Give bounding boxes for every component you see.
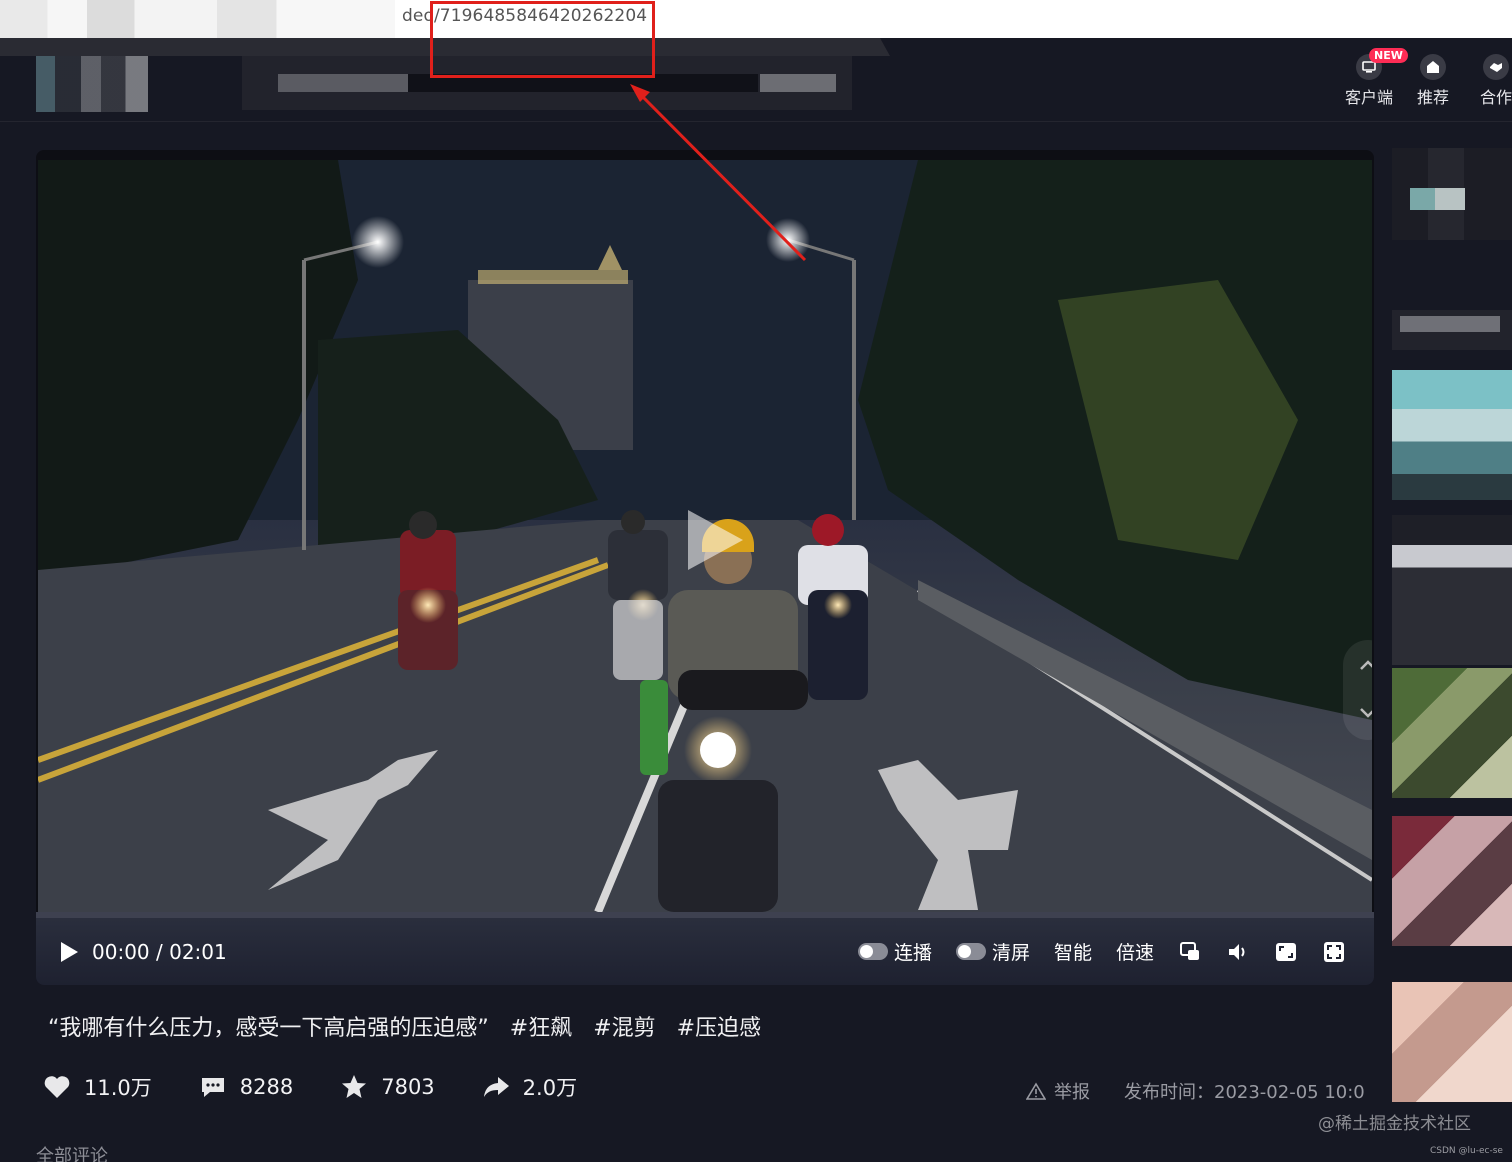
player-controls: 00:00 / 02:01 连播 清屏 智能 倍速: [36, 918, 1374, 985]
time-total: 02:01: [169, 939, 227, 964]
pip-icon[interactable]: [1178, 940, 1202, 964]
recommendation-thumb[interactable]: [1392, 370, 1512, 500]
recommendation-thumb[interactable]: [1392, 515, 1512, 665]
favorite-count: 7803: [381, 1075, 435, 1099]
recommendation-title-blur: [1392, 310, 1512, 350]
recommendation-thumb[interactable]: [1392, 148, 1512, 240]
webfullscreen-icon[interactable]: [1274, 940, 1298, 964]
annotation-arrow: [630, 84, 807, 262]
address-bar-blurred-region: [0, 0, 395, 38]
share-icon: [483, 1077, 509, 1097]
video-scene: [38, 160, 1372, 912]
action-bar: 11.0万 8288 7803 2.0万: [42, 1072, 577, 1102]
recommendation-thumb[interactable]: [1392, 816, 1512, 946]
like-count: 11.0万: [84, 1076, 152, 1100]
juejin-watermark: @稀土掘金技术社区: [1318, 1114, 1471, 1134]
comments-heading: 全部评论: [36, 1146, 108, 1162]
heart-icon: [44, 1076, 70, 1098]
recommendation-thumb[interactable]: [1392, 982, 1512, 1102]
comment-button[interactable]: 8288: [198, 1072, 293, 1102]
comment-icon: [201, 1078, 224, 1097]
fullscreen-icon[interactable]: [1322, 940, 1346, 964]
video-switch-control[interactable]: [1343, 640, 1372, 740]
share-count: 2.0万: [522, 1076, 578, 1100]
report-label: 举报: [1054, 1082, 1090, 1103]
publish-time: 发布时间：2023-02-05 10:0: [1124, 1082, 1365, 1103]
nav-recommend[interactable]: 推荐: [1403, 54, 1463, 108]
warning-icon: [1026, 1082, 1046, 1100]
logo-blurred[interactable]: [36, 56, 148, 112]
speed-button[interactable]: 倍速: [1116, 938, 1154, 965]
nav-label: 推荐: [1416, 88, 1449, 107]
clear-screen-label: 清屏: [991, 942, 1030, 964]
toggle-switch[interactable]: [955, 943, 986, 960]
search-blur-block: [278, 74, 408, 92]
clear-screen-toggle[interactable]: 清屏: [955, 938, 1030, 965]
quality-button[interactable]: 智能: [1054, 938, 1092, 965]
recommendation-sidebar: [1392, 140, 1512, 1162]
time-display: 00:00 / 02:01: [92, 940, 227, 964]
hashtag-link[interactable]: #狂飙: [510, 1016, 572, 1041]
autoplay-label: 连播: [893, 942, 932, 964]
autoplay-toggle[interactable]: 连播: [857, 938, 932, 965]
star-icon: [342, 1075, 367, 1098]
comment-count: 8288: [239, 1075, 294, 1099]
like-button[interactable]: 11.0万: [42, 1072, 152, 1102]
play-icon[interactable]: [58, 941, 80, 963]
controls-right: 连播 清屏 智能 倍速: [857, 918, 1346, 985]
nav-label: 客户端: [1344, 88, 1393, 107]
video-frame[interactable]: [38, 160, 1372, 912]
volume-icon[interactable]: [1226, 940, 1250, 964]
recommendation-thumb[interactable]: [1392, 668, 1512, 798]
hashtag-link[interactable]: #混剪: [593, 1016, 655, 1041]
csdn-watermark: CSDN @lu-ec-se: [1430, 1146, 1503, 1156]
handshake-icon: [1483, 54, 1509, 80]
time-separator: /: [156, 939, 163, 964]
hashtag-link[interactable]: #压迫感: [677, 1016, 761, 1041]
caption-text: “我哪有什么压力，感受一下高启强的压迫感”: [48, 1016, 489, 1041]
favorite-button[interactable]: 7803: [339, 1072, 435, 1102]
toggle-switch[interactable]: [857, 943, 888, 960]
nav-cooperation[interactable]: 合作: [1466, 54, 1512, 108]
video-caption: “我哪有什么压力，感受一下高启强的压迫感” #狂飙 #混剪 #压迫感: [48, 1010, 761, 1042]
chevron-down-icon[interactable]: [1356, 700, 1372, 724]
home-icon: [1420, 54, 1446, 80]
report-button[interactable]: 举报: [1026, 1078, 1090, 1104]
chevron-up-icon[interactable]: [1356, 654, 1372, 678]
share-button[interactable]: 2.0万: [481, 1072, 577, 1102]
video-player[interactable]: 00:00 / 02:01 连播 清屏 智能 倍速: [36, 150, 1374, 985]
time-current: 00:00: [92, 939, 150, 964]
nav-label: 合作: [1479, 88, 1512, 107]
browser-address-bar[interactable]: deo/7196485846420262204: [0, 0, 1512, 38]
